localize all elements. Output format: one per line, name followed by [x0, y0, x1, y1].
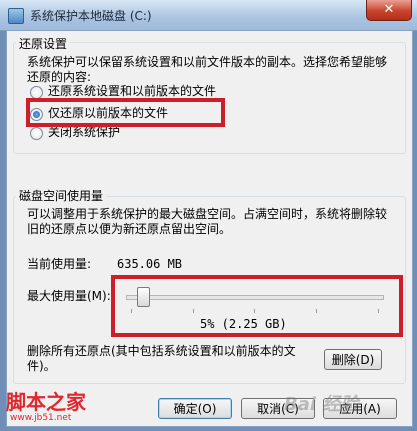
radio-label-turn-off-protection[interactable]: 关闭系统保护	[48, 125, 120, 140]
disk-usage-description: 可以调整用于系统保护的最大磁盘空间。占满空间时，系统将删除较旧的还原点以便为新还…	[27, 207, 388, 236]
max-usage-label: 最大使用量(M):	[27, 289, 111, 303]
radio-turn-off-protection[interactable]	[30, 127, 43, 140]
close-button[interactable]: ✕	[366, 0, 412, 21]
restore-settings-title: 还原设置	[16, 35, 71, 52]
current-usage-value: 635.06 MB	[117, 257, 183, 271]
highlight-box-slider	[111, 275, 403, 337]
current-usage-label: 当前使用量:	[27, 257, 92, 271]
watermark-corner: Bai 经验	[284, 394, 359, 415]
title-bar[interactable]: 系统保护本地磁盘 (C:) ✕	[0, 0, 417, 31]
disk-usage-title: 磁盘空间使用量	[16, 187, 107, 204]
watermark-logo: 脚本之家	[6, 390, 86, 414]
window-title: 系统保护本地磁盘 (C:)	[30, 9, 152, 23]
delete-restore-points-button[interactable]: 删除(D)	[324, 349, 382, 370]
radio-label-restore-settings-and-files[interactable]: 还原系统设置和以前版本的文件	[48, 84, 216, 99]
restore-settings-description: 系统保护可以保留系统设置和以前文件版本的副本。选择您希望能够还原的内容:	[27, 55, 388, 84]
delete-description: 删除所有还原点(其中包括系统设置和以前版本的文件)。	[27, 344, 296, 373]
highlight-box-option	[26, 98, 225, 127]
ok-button[interactable]: 确定(O)	[158, 398, 232, 419]
watermark-url: www.jb51.net	[10, 413, 72, 423]
system-protection-icon	[8, 8, 24, 24]
